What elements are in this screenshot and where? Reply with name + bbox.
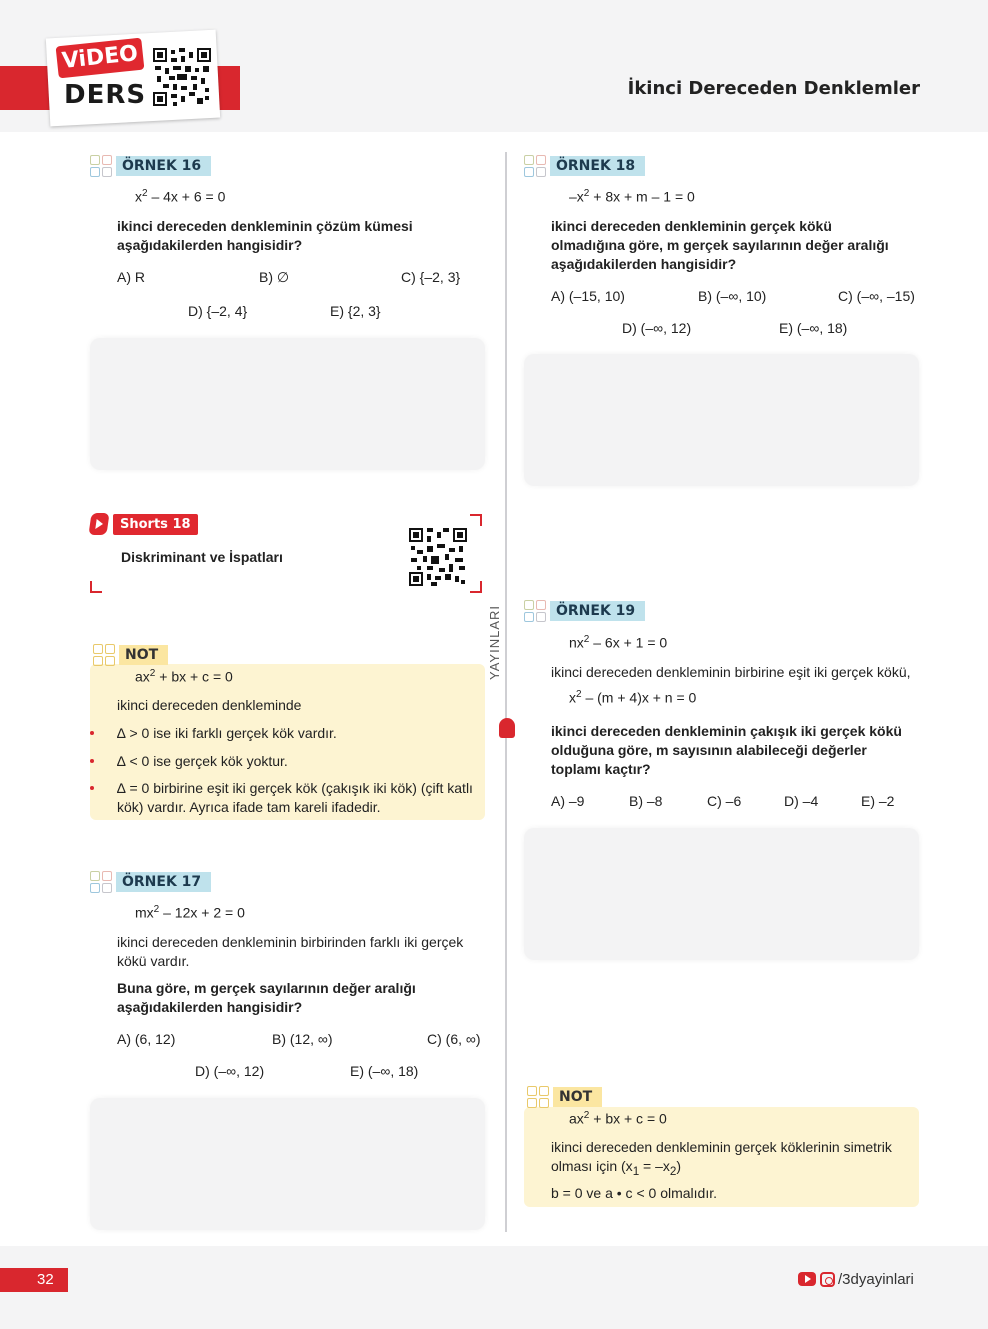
example-grid-icon [90, 871, 112, 893]
example-19-question-line-3: toplamı kaçtır? [551, 761, 651, 777]
example-19-option-b[interactable]: B) –8 [629, 793, 662, 809]
note-grid-icon [93, 644, 115, 666]
example-16-option-a[interactable]: A) R [117, 269, 145, 285]
example-18-question-line-3: aşağıdakilerden hangisidir? [551, 256, 737, 272]
example-19-question-line-2: olduğuna göre, m sayısının alabileceği d… [551, 742, 867, 758]
example-18-answer-area[interactable] [524, 354, 919, 486]
chapter-title: İkinci Dereceden Denklemler [627, 78, 920, 99]
note-1-bullet-3-line-2: kök) vardır. Ayrıca ifade tam kareli ifa… [117, 799, 381, 815]
publisher-side-label: YAYINLARI [487, 605, 502, 680]
example-17-tag: ÖRNEK 17 [116, 872, 212, 892]
example-18-equation: –x2 + 8x + m – 1 = 0 [569, 188, 695, 205]
example-19-option-c[interactable]: C) –6 [707, 793, 741, 809]
example-17-option-c[interactable]: C) (6, ∞) [427, 1031, 481, 1047]
example-19-equation-2: x2 – (m + 4)x + n = 0 [569, 689, 697, 706]
example-16-option-c[interactable]: C) {–2, 3} [401, 269, 460, 285]
example-19-option-e[interactable]: E) –2 [861, 793, 894, 809]
example-19-text-line-1: ikinci dereceden denkleminin birbirine e… [551, 664, 911, 680]
example-18-option-e[interactable]: E) (–∞, 18) [779, 320, 847, 336]
note-1-bullet-2: ∆ < 0 ise gerçek kök yoktur. [117, 753, 288, 769]
youtube-icon[interactable] [798, 1272, 816, 1286]
shorts-badge: Shorts 18 [113, 514, 198, 535]
note-1-tag: NOT [119, 645, 169, 665]
note-2-equation: ax2 + bx + c = 0 [569, 1110, 667, 1127]
bullet-icon [90, 731, 94, 735]
video-qr-code-icon[interactable] [153, 48, 211, 106]
frame-corner-bottom-left [90, 581, 102, 593]
example-17-option-b[interactable]: B) (12, ∞) [272, 1031, 333, 1047]
instagram-icon[interactable] [820, 1272, 835, 1287]
example-18-option-a[interactable]: A) (–15, 10) [551, 288, 625, 304]
note-grid-icon [527, 1086, 549, 1108]
example-19-equation-1: nx2 – 6x + 1 = 0 [569, 634, 668, 651]
example-19-option-d[interactable]: D) –4 [784, 793, 818, 809]
note-2-text-line-3: b = 0 ve a • c < 0 olmalıdır. [551, 1185, 717, 1201]
example-18-tag: ÖRNEK 18 [550, 156, 646, 176]
example-grid-icon [90, 155, 112, 177]
example-16-option-d[interactable]: D) {–2, 4} [188, 303, 247, 319]
example-17-option-a[interactable]: A) (6, 12) [117, 1031, 175, 1047]
example-16-answer-area[interactable] [90, 338, 485, 470]
note-1-bullet-1: ∆ > 0 ise iki farklı gerçek kök vardır. [117, 725, 337, 741]
example-18-option-c[interactable]: C) (–∞, –15) [838, 288, 915, 304]
example-16-option-e[interactable]: E) {2, 3} [330, 303, 381, 319]
note-1-equation: ax2 + bx + c = 0 [135, 668, 233, 685]
example-16-equation: x2 – 4x + 6 = 0 [135, 188, 226, 205]
shorts-qr-code-icon[interactable] [409, 528, 467, 586]
example-18-option-b[interactable]: B) (–∞, 10) [698, 288, 766, 304]
example-17-option-e[interactable]: E) (–∞, 18) [350, 1063, 418, 1079]
note-2-tag: NOT [553, 1087, 603, 1107]
social-handle[interactable]: /3dyayinlari [838, 1271, 914, 1288]
example-17-equation: mx2 – 12x + 2 = 0 [135, 904, 245, 921]
ders-label: DERS [64, 80, 147, 110]
example-18-option-d[interactable]: D) (–∞, 12) [622, 320, 691, 336]
example-grid-icon [524, 155, 546, 177]
example-17-option-d[interactable]: D) (–∞, 12) [195, 1063, 264, 1079]
shorts-title: Diskriminant ve İspatları [121, 549, 283, 565]
example-16-question-line-1: ikinci dereceden denkleminin çözüm kümes… [117, 218, 413, 234]
note-2-text-line-1: ikinci dereceden denkleminin gerçek kökl… [551, 1139, 892, 1155]
shorts-play-icon [88, 513, 110, 535]
example-19-tag: ÖRNEK 19 [550, 601, 646, 621]
bullet-icon [90, 759, 94, 763]
example-18-question-line-1: ikinci dereceden denkleminin gerçek kökü [551, 218, 832, 234]
example-19-question-line-1: ikinci dereceden denkleminin çakışık iki… [551, 723, 902, 739]
example-grid-icon [524, 600, 546, 622]
example-19-option-a[interactable]: A) –9 [551, 793, 584, 809]
note-1-intro: ikinci dereceden denkleminde [117, 697, 302, 713]
page-number: 32 [0, 1268, 68, 1292]
example-17-answer-area[interactable] [90, 1098, 485, 1230]
publisher-logo-icon [499, 718, 515, 738]
column-divider [505, 152, 507, 1232]
bullet-icon [90, 786, 94, 790]
note-1-bullet-3-line-1: ∆ = 0 birbirine eşit iki gerçek kök (çak… [117, 780, 473, 796]
example-17-question-line-2: aşağıdakilerden hangisidir? [117, 999, 303, 1015]
example-17-question-line-1: Buna göre, m gerçek sayılarının değer ar… [117, 980, 416, 996]
example-17-text-line-1: ikinci dereceden denkleminin birbirinden… [117, 934, 464, 950]
example-16-tag: ÖRNEK 16 [116, 156, 212, 176]
frame-corner-top-right [470, 514, 482, 526]
frame-corner-bottom-right [470, 581, 482, 593]
example-19-answer-area[interactable] [524, 828, 919, 960]
example-16-option-b[interactable]: B) ∅ [259, 269, 289, 286]
example-18-question-line-2: olmadığına göre, m gerçek sayılarının de… [551, 237, 889, 253]
note-2-text-line-2: olması için (x1 = –x2) [551, 1158, 682, 1178]
example-16-question-line-2: aşağıdakilerden hangisidir? [117, 237, 303, 253]
example-17-text-line-2: kökü vardır. [117, 953, 190, 969]
